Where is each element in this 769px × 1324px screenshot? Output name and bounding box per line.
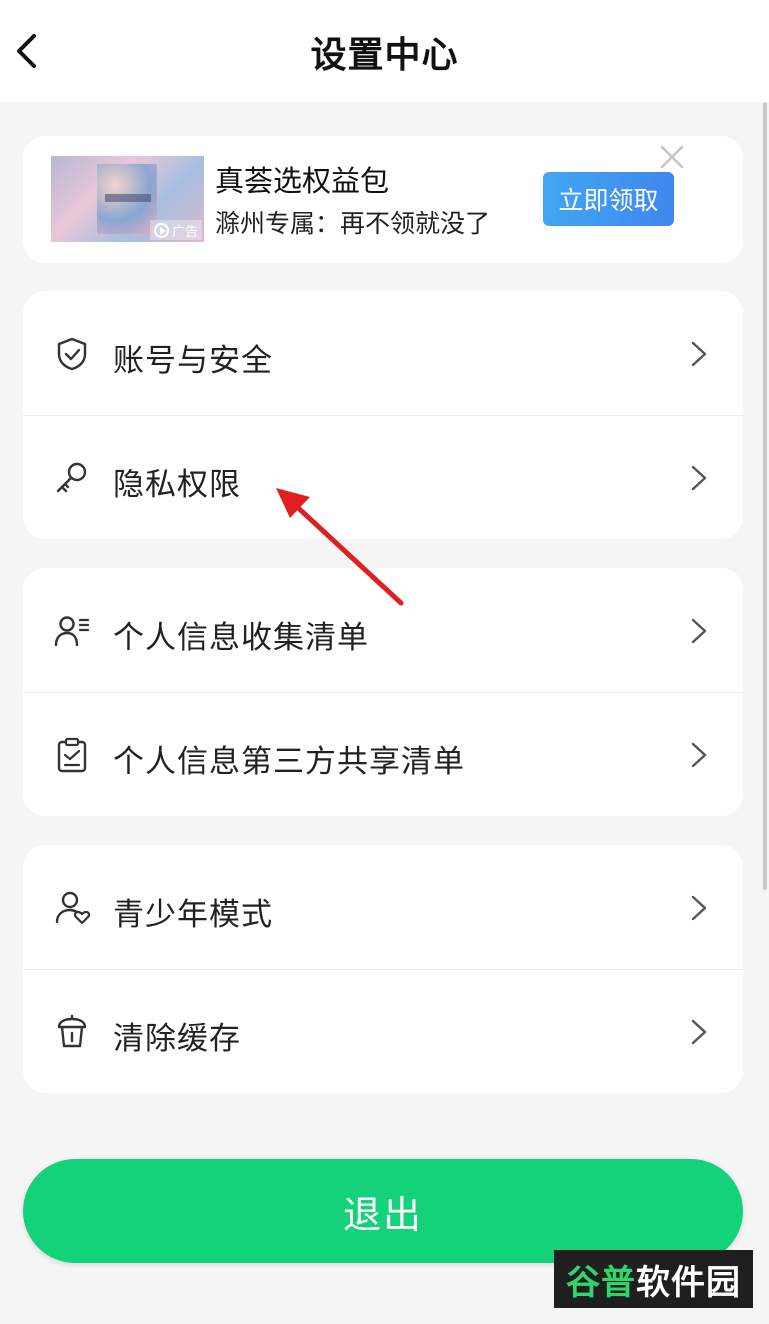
- chevron-right-icon: [691, 742, 707, 768]
- settings-item-label: 隐私权限: [113, 467, 241, 503]
- key-icon: [56, 462, 87, 493]
- play-icon: [153, 222, 169, 238]
- chevron-right-icon: [691, 465, 707, 491]
- ad-subtitle: 滁州专属：再不领就没了: [215, 209, 491, 238]
- page-title: 设置中心: [310, 35, 459, 76]
- shield-icon: [57, 337, 87, 371]
- settings-group-misc: 青少年模式 清除缓存: [23, 845, 743, 1093]
- settings-item-privacy-permissions[interactable]: 隐私权限: [23, 415, 743, 539]
- clipboard-icon: [57, 737, 87, 773]
- ad-claim-button[interactable]: 立即领取: [543, 172, 674, 226]
- ad-badge-label: 广告: [171, 224, 198, 240]
- settings-item-label: 清除缓存: [113, 1021, 241, 1057]
- scrollbar[interactable]: [763, 102, 767, 890]
- chevron-right-icon: [691, 341, 707, 367]
- settings-item-clear-cache[interactable]: 清除缓存: [23, 969, 743, 1093]
- ad-title: 真荟选权益包: [215, 164, 390, 198]
- settings-group-account: 账号与安全 隐私权限: [23, 291, 743, 539]
- user-heart-icon: [55, 891, 91, 925]
- settings-item-personal-info-collection[interactable]: 个人信息收集清单: [23, 568, 743, 692]
- settings-item-teen-mode[interactable]: 青少年模式: [23, 845, 743, 969]
- logout-button[interactable]: 退出: [23, 1159, 743, 1263]
- ad-banner[interactable]: 广告 真荟选权益包 滁州专属：再不领就没了 立即领取: [23, 136, 743, 263]
- ad-thumbnail-caption: [105, 194, 151, 202]
- settings-group-personal-info: 个人信息收集清单 个人信息第三方共享清单: [23, 568, 743, 816]
- ad-close-button[interactable]: [659, 144, 685, 170]
- chevron-right-icon: [691, 618, 707, 644]
- ad-thumbnail[interactable]: 广告: [51, 156, 204, 242]
- watermark-logo: 谷普 软件园: [554, 1250, 753, 1308]
- trash-icon: [57, 1014, 87, 1048]
- settings-item-label: 账号与安全: [113, 343, 273, 379]
- settings-item-label: 个人信息收集清单: [113, 620, 369, 656]
- header-bar: 设置中心: [0, 0, 769, 102]
- watermark-part-1: 谷普: [566, 1262, 636, 1303]
- chevron-right-icon: [691, 895, 707, 921]
- chevron-right-icon: [691, 1019, 707, 1045]
- user-list-icon: [54, 616, 90, 647]
- close-icon: [660, 145, 684, 169]
- settings-item-label: 青少年模式: [113, 897, 273, 933]
- settings-item-account-security[interactable]: 账号与安全: [23, 291, 743, 415]
- ad-badge: 广告: [149, 220, 202, 240]
- settings-item-third-party-sharing[interactable]: 个人信息第三方共享清单: [23, 692, 743, 816]
- settings-item-label: 个人信息第三方共享清单: [113, 744, 465, 780]
- watermark-part-2: 软件园: [636, 1262, 741, 1303]
